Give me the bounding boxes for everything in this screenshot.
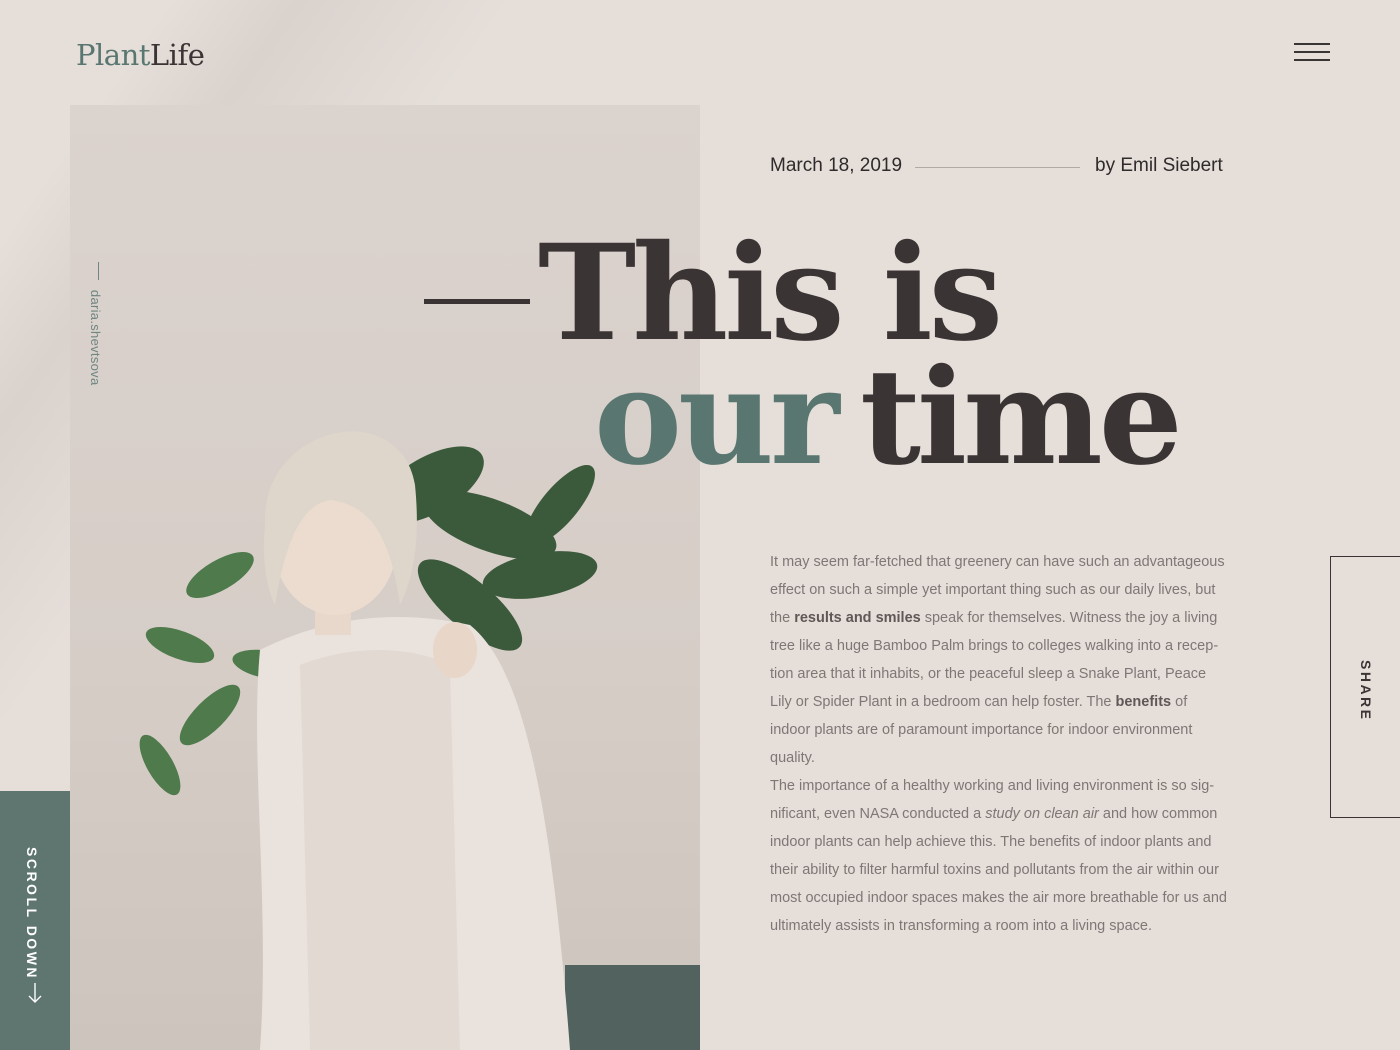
menu-line [1294, 51, 1330, 53]
hamburger-menu-icon[interactable] [1294, 43, 1330, 63]
arrow-down-icon [28, 983, 42, 1003]
scroll-down-label: SCROLL DOWN [24, 847, 40, 981]
emphasis-text: results and smiles [794, 610, 921, 626]
headline-line2: time [860, 340, 1183, 495]
logo-plant: Plant [76, 38, 150, 72]
article-date: March 18, 2019 [770, 155, 903, 176]
meta-divider [915, 167, 1080, 168]
logo-life: Life [149, 38, 205, 72]
article-paragraph-1: It may seem far-fetched that greenery ca… [770, 548, 1230, 772]
headline-accent-word: our [594, 340, 840, 495]
menu-line [1294, 59, 1330, 61]
menu-line [1294, 43, 1330, 45]
headline-dash [424, 299, 530, 304]
photo-credit-text: daria.shevtsova [88, 289, 103, 386]
share-label: SHARE [1358, 660, 1374, 722]
article-paragraph-2: The importance of a healthy working and … [770, 772, 1230, 940]
emphasis-text: benefits [1115, 694, 1172, 710]
credit-dash [97, 262, 99, 280]
article-author[interactable]: by Emil Siebert [1095, 155, 1223, 177]
italic-text: study on clean air [985, 806, 1099, 822]
paragraph-text: and how common indoor plants can help ac… [770, 806, 1227, 934]
site-logo[interactable]: PlantLife [76, 38, 205, 72]
photo-credit: daria.shevtsova [88, 262, 103, 385]
